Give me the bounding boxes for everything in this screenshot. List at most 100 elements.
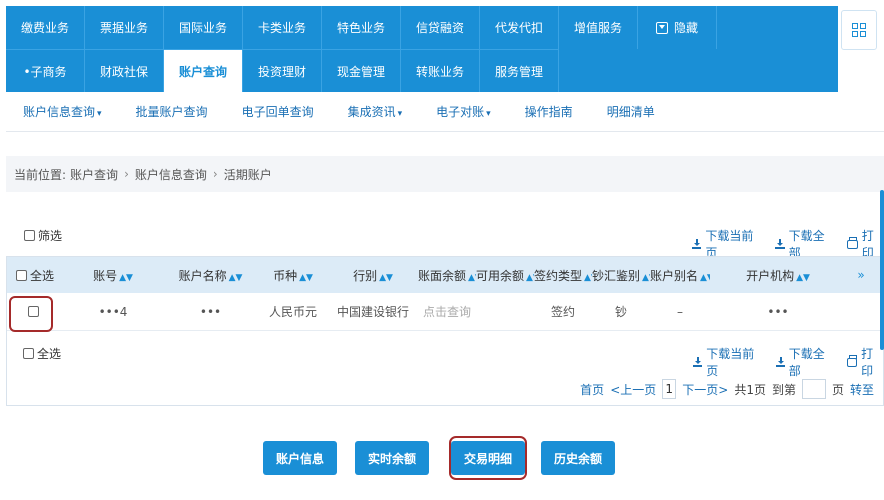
nav-item-international[interactable]: 国际业务 (164, 6, 243, 49)
table-header: 全选 账号▲▼ 账户名称▲▼ 币种▲▼ 行别▲▼ 账面余额▲▼ 可用余额▲▼ 签… (7, 257, 883, 293)
cell-alias: – (677, 304, 683, 319)
filter-toggle[interactable]: 筛选 (24, 227, 62, 244)
cell-currency: 人民币元 (268, 305, 317, 319)
col-cash-flag[interactable]: 钞汇鉴别▲▼ (592, 267, 650, 284)
cell-bank: 中国建设银行 (336, 305, 409, 319)
breadcrumb-item[interactable]: 账户信息查询 (135, 166, 207, 183)
subnav-e-reconciliation[interactable]: 电子对账 ▾ (419, 103, 508, 120)
sort-icon: ▲▼ (526, 272, 534, 283)
select-all-checkbox[interactable] (15, 269, 27, 281)
goto-prefix: 到第 (771, 382, 796, 397)
pagination: 首页 <上一页 1 下一页> 共1页 到第 页 转至 (577, 379, 877, 399)
filter-label: 筛选 (38, 229, 63, 243)
nav-item-transfer[interactable]: 转账业务 (401, 49, 480, 92)
sort-icon: ▲▼ (700, 272, 710, 283)
breadcrumb-current: 活期账户 (223, 167, 272, 182)
nav-item-bills[interactable]: 票据业务 (85, 6, 164, 49)
col-available-balance[interactable]: 可用余额▲▼ (476, 267, 534, 284)
sort-icon: ▲▼ (642, 272, 650, 283)
chevron-down-icon: ▾ (97, 109, 102, 119)
sort-icon: ▲▼ (379, 272, 393, 283)
prev-page-link[interactable]: <上一页 (610, 381, 656, 398)
sort-icon: ▲▼ (119, 272, 133, 283)
nav-item-ecommerce[interactable]: •子商务 (6, 49, 85, 92)
nav-item-hide[interactable]: 隐藏 (638, 6, 717, 49)
chevron-right-icon: › (124, 167, 129, 181)
goto-suffix: 页 (831, 382, 844, 397)
subnav-account-info-query[interactable]: 账户信息查询 ▾ (6, 103, 119, 120)
nav-item-value-added[interactable]: 增值服务 (559, 6, 638, 49)
subnav-guide[interactable]: 操作指南 (508, 103, 590, 120)
download-all-button[interactable]: 下载全部 (775, 345, 833, 379)
select-all-footer[interactable]: 全选 (23, 345, 61, 362)
first-page-link[interactable]: 首页 (580, 381, 604, 398)
subnav-batch-account-query[interactable]: 批量账户查询 (119, 103, 225, 120)
select-all-footer-checkbox[interactable] (23, 348, 34, 359)
next-page-link[interactable]: 下一页> (682, 381, 728, 398)
breadcrumb-item[interactable]: 账户查询 (70, 166, 118, 183)
collapse-icon (655, 21, 668, 34)
app-grid-button[interactable] (841, 10, 877, 50)
subnav-detail-list[interactable]: 明细清单 (590, 103, 672, 120)
sort-icon: ▲▼ (584, 272, 592, 283)
printer-icon (847, 236, 858, 249)
filter-checkbox[interactable] (24, 230, 35, 241)
cell-sign-type: 签约 (550, 305, 575, 319)
print-button[interactable]: 打印 (846, 345, 883, 379)
history-balance-button[interactable]: 历史余额 (541, 441, 615, 475)
chevron-right-icon: › (212, 167, 218, 181)
sub-navigation: 账户信息查询 ▾ 批量账户查询 电子回单查询 集成资讯 ▾ 电子对账 ▾ 操作指南 明… (6, 92, 884, 132)
sort-icon: ▲▼ (796, 272, 810, 283)
nav-item-cards[interactable]: 卡类业务 (243, 6, 322, 49)
highlight-box (449, 436, 527, 480)
realtime-balance-button[interactable]: 实时余额 (355, 441, 429, 475)
nav-item-payroll[interactable]: 代发代扣 (480, 6, 559, 49)
select-all-header[interactable]: 全选 (7, 267, 63, 284)
col-alias[interactable]: 账户别名▲▼ (650, 267, 710, 284)
hide-label: 隐藏 (673, 21, 698, 35)
col-sign-type[interactable]: 签约类型▲▼ (534, 267, 592, 284)
cell-account: •••4 (98, 304, 128, 319)
cell-branch: ••• (767, 304, 789, 319)
nav-item-cash-management[interactable]: 现金管理 (322, 49, 401, 92)
nav-item-finance-social[interactable]: 财政社保 (85, 49, 164, 92)
breadcrumb: 当前位置: 账户查询 › 账户信息查询 › 活期账户 (6, 156, 884, 192)
sort-icon: ▲▼ (228, 272, 243, 283)
download-icon (692, 239, 702, 249)
col-bank[interactable]: 行别 ▲▼ (328, 267, 418, 284)
page-jump-input[interactable] (801, 379, 826, 399)
cell-account-name: ••• (199, 304, 222, 319)
col-book-balance[interactable]: 账面余额▲▼ (418, 267, 476, 284)
nav-item-investment[interactable]: 投资理财 (243, 49, 322, 92)
table-row: •••4 ••• 人民币元 中国建设银行 点击查询 签约 钞 – ••• (7, 293, 883, 331)
go-button[interactable]: 转至 (850, 381, 874, 398)
col-account-name[interactable]: 账户名称 ▲▼ (163, 267, 258, 284)
query-balance-link[interactable]: 点击查询 (418, 303, 476, 320)
download-icon (775, 357, 785, 367)
printer-icon (846, 354, 858, 367)
more-columns-icon[interactable]: » (846, 268, 876, 282)
scrollbar[interactable] (880, 190, 884, 350)
top-nav-row-2: •子商务 财政社保 账户查询 投资理财 现金管理 转账业务 服务管理 (6, 49, 838, 92)
account-info-button[interactable]: 账户信息 (263, 441, 337, 475)
grid-icon (852, 23, 866, 37)
account-table: 全选 账号▲▼ 账户名称▲▼ 币种▲▼ 行别▲▼ 账面余额▲▼ 可用余额▲▼ 签… (6, 256, 884, 406)
highlight-box (9, 296, 53, 332)
page-number[interactable]: 1 (662, 379, 677, 399)
col-currency[interactable]: 币种 ▲▼ (258, 267, 328, 284)
col-account[interactable]: 账号 ▲▼ (63, 267, 163, 284)
total-pages: 共1页 (734, 382, 766, 397)
nav-item-featured[interactable]: 特色业务 (322, 6, 401, 49)
subnav-integrated-info[interactable]: 集成资讯 ▾ (331, 103, 420, 120)
nav-item-credit[interactable]: 信贷融资 (401, 6, 480, 49)
sort-icon: ▲▼ (299, 272, 313, 283)
chevron-down-icon: ▾ (486, 109, 491, 119)
top-navigation: 缴费业务 票据业务 国际业务 卡类业务 特色业务 信贷融资 代发代扣 增值服务 … (6, 6, 838, 92)
chevron-down-icon: ▾ (397, 109, 403, 119)
subnav-e-receipt-query[interactable]: 电子回单查询 (225, 103, 331, 120)
download-current-page-button[interactable]: 下载当前页 (693, 345, 762, 379)
nav-item-payment[interactable]: 缴费业务 (6, 6, 85, 49)
nav-item-account-query[interactable]: 账户查询 (164, 49, 243, 92)
col-branch[interactable]: 开户机构 ▲▼ (710, 267, 846, 284)
nav-item-service-management[interactable]: 服务管理 (480, 49, 559, 92)
